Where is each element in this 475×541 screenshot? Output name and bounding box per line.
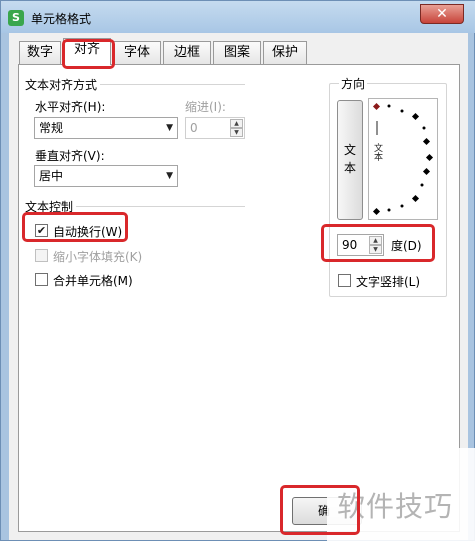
degrees-spinner[interactable]: 90 ▲ ▼: [337, 234, 384, 256]
vertical-align-label: 垂直对齐(V):: [35, 149, 105, 163]
indent-spin-buttons: ▲ ▼: [230, 119, 243, 137]
shrink-to-fit-label[interactable]: 缩小字体填充(K): [53, 248, 142, 265]
shrink-to-fit-checkbox[interactable]: [35, 249, 48, 262]
app-icon: S: [8, 10, 24, 26]
title-bar[interactable]: S 单元格格式 ✕: [1, 1, 475, 33]
tab-protection[interactable]: 保护: [263, 41, 307, 64]
spin-down-icon[interactable]: ▼: [230, 128, 243, 137]
tab-number[interactable]: 数字: [19, 41, 61, 64]
chevron-down-icon: ▼: [166, 123, 173, 133]
indent-value: 0: [190, 121, 198, 135]
wrap-text-label[interactable]: 自动换行(W): [53, 223, 122, 240]
vertical-align-select[interactable]: 居中 ▼: [34, 165, 178, 187]
spin-up-icon[interactable]: ▲: [230, 119, 243, 128]
tab-font[interactable]: 字体: [113, 41, 161, 64]
merge-cells-label[interactable]: 合并单元格(M): [53, 272, 133, 289]
tab-border[interactable]: 边框: [163, 41, 211, 64]
vertical-text-label: 文本: [343, 143, 356, 175]
dial-text-sample: 文本: [372, 142, 383, 162]
orientation-dial[interactable]: 文本: [368, 98, 438, 220]
stacked-text-label[interactable]: 文字竖排(L): [356, 273, 420, 290]
vertical-align-value: 居中: [39, 169, 64, 183]
window-title: 单元格格式: [31, 12, 92, 26]
tab-pattern[interactable]: 图案: [213, 41, 261, 64]
orientation-group-label: 方向: [339, 75, 368, 92]
close-button[interactable]: ✕: [420, 4, 464, 24]
text-control-group-label: 文本控制: [25, 198, 77, 215]
horizontal-align-value: 常规: [39, 121, 64, 135]
dialog-window: S 单元格格式 ✕ 数字 对齐 字体 边框 图案 保护 文本对齐方式 水平对齐(…: [0, 0, 475, 541]
indent-spinner[interactable]: 0 ▲ ▼: [185, 117, 245, 139]
wrap-text-checkbox[interactable]: ✔: [35, 224, 48, 237]
stacked-text-checkbox[interactable]: [338, 274, 351, 287]
spin-up-icon[interactable]: ▲: [369, 236, 382, 245]
degrees-spin-buttons: ▲ ▼: [369, 236, 382, 254]
indent-label: 缩进(I):: [185, 100, 226, 114]
degrees-label: 度(D): [391, 239, 422, 253]
tab-alignment[interactable]: 对齐: [63, 38, 111, 65]
merge-cells-checkbox[interactable]: [35, 273, 48, 286]
vertical-text-button[interactable]: 文本: [337, 100, 363, 220]
watermark-text: 软件技巧: [337, 490, 454, 523]
horizontal-align-label: 水平对齐(H):: [35, 100, 106, 114]
spin-down-icon[interactable]: ▼: [369, 245, 382, 254]
horizontal-align-select[interactable]: 常规 ▼: [34, 117, 178, 139]
dial-graphic: 文本: [372, 102, 434, 216]
dial-marker: [372, 102, 381, 111]
chevron-down-icon: ▼: [166, 171, 173, 181]
degrees-value: 90: [342, 238, 358, 252]
text-alignment-group-label: 文本对齐方式: [25, 76, 101, 93]
